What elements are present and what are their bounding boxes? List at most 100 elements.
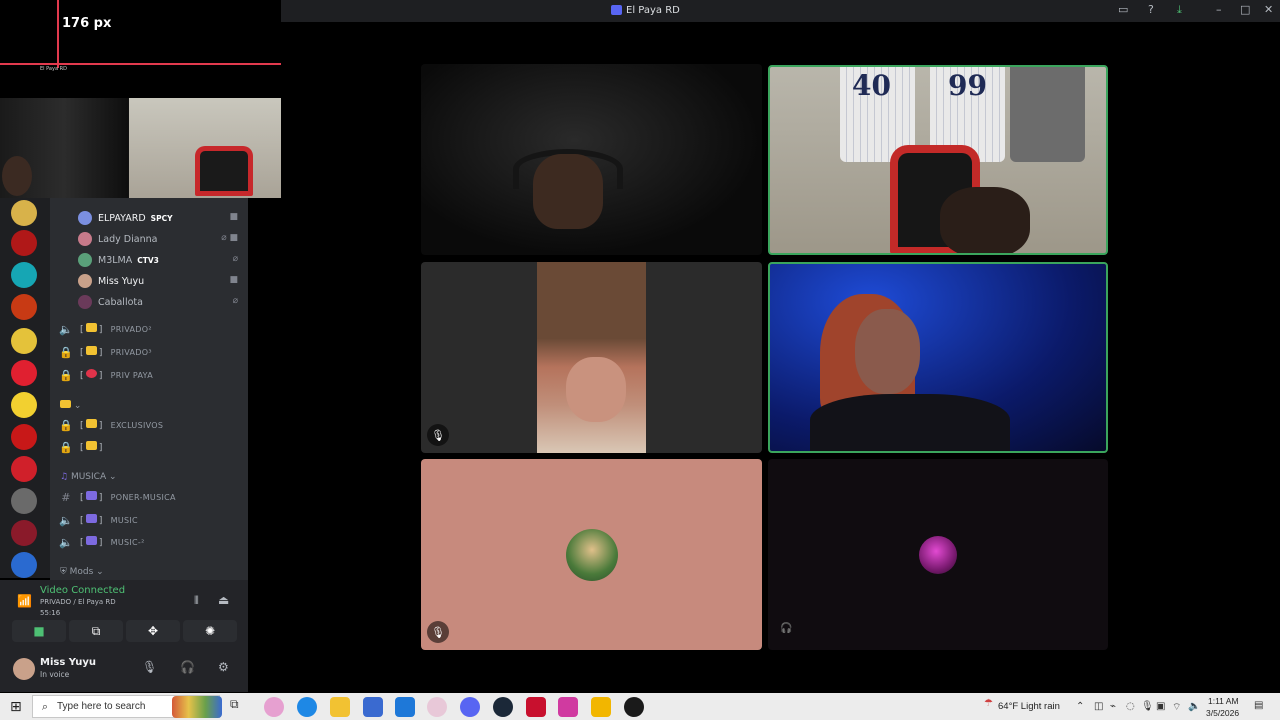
server-icon[interactable] [11, 456, 37, 482]
jersey-image [1010, 67, 1085, 162]
wifi-icon[interactable]: ⌔ [1172, 701, 1181, 714]
clock-date[interactable]: 3/5/2026 [1206, 708, 1239, 718]
voice-status-icon: ⌀ [232, 296, 238, 306]
stream-preview[interactable] [0, 98, 281, 198]
microphone-icon[interactable]: 🎙 [1141, 701, 1154, 712]
channel-privado-3[interactable]: 🔒 [] PRIVADO³ [58, 343, 152, 361]
close-icon[interactable]: ✕ [1264, 3, 1273, 16]
copilot-icon[interactable] [264, 697, 284, 717]
clan-tag: SPCY [150, 213, 173, 223]
connection-signal-icon[interactable]: 📶 [17, 594, 32, 608]
channel-name: EXCLUSIVOS [110, 420, 164, 430]
video-tile-speaking[interactable]: 40 99 [768, 65, 1108, 255]
obs-icon[interactable] [624, 697, 644, 717]
edge-icon[interactable] [297, 697, 317, 717]
voice-user-name: Lady Dianna [98, 233, 158, 245]
channel-priv-paya[interactable]: 🔒 [] PRIV PAYA [58, 366, 153, 384]
store-icon[interactable] [363, 697, 383, 717]
volume-icon[interactable]: 🔈 [1188, 701, 1200, 712]
windows-start-icon[interactable]: ⊞ [10, 699, 22, 715]
voice-user-lady-dianna[interactable]: Lady Dianna [78, 229, 157, 249]
chevron-up-icon[interactable]: ⌃ [1076, 701, 1084, 712]
discord-icon[interactable] [460, 697, 480, 717]
voice-user-name: Caballota [98, 296, 143, 308]
weather-text[interactable]: 64°F Light rain [998, 701, 1060, 712]
server-icon[interactable] [11, 294, 37, 320]
channel-music-2[interactable]: 🔈 [] MUSIC-² [58, 533, 145, 551]
category-mods[interactable]: ⛨ Mods ⌄ [60, 567, 104, 577]
camera-icon: ■ [33, 624, 45, 638]
music-emoji-icon [85, 491, 97, 500]
window-titlebar[interactable] [281, 0, 1280, 22]
video-tile[interactable]: 🎙 [421, 262, 762, 453]
task-view-icon[interactable]: ⧉ [230, 697, 250, 717]
user-name[interactable]: Miss Yuyu [40, 657, 96, 668]
tiktok-icon[interactable] [558, 697, 578, 717]
voice-user-miss-yuyu[interactable]: Miss Yuyu [78, 271, 144, 291]
voice-user-m3lma[interactable]: M3LMA CTV3 [78, 250, 159, 270]
activities-button[interactable]: ✥ [126, 620, 180, 642]
channel-poner-musica[interactable]: # [] PONER-MUSICA [58, 488, 176, 506]
audio-tile[interactable]: 🎙 [421, 459, 762, 650]
rockstar-icon[interactable] [591, 697, 611, 717]
maximize-icon[interactable]: □ [1240, 3, 1250, 16]
server-icon[interactable] [11, 424, 37, 450]
adobe-icon[interactable] [526, 697, 546, 717]
browser-icon[interactable] [427, 697, 447, 717]
microphone-icon[interactable]: 🎙 [142, 660, 157, 674]
steam-icon[interactable] [493, 697, 513, 717]
video-tile[interactable] [421, 64, 762, 255]
search-highlight-icon[interactable] [172, 696, 222, 718]
screen-share-button[interactable]: ⧉ [69, 620, 123, 642]
server-icon[interactable] [11, 328, 37, 354]
minimize-icon[interactable]: – [1216, 3, 1222, 16]
file-explorer-icon[interactable] [330, 697, 350, 717]
outlook-icon[interactable] [395, 697, 415, 717]
disconnect-icon[interactable]: ⏏ [218, 593, 229, 607]
avatar [566, 529, 618, 581]
lock-emoji-icon [85, 346, 97, 355]
server-icon[interactable] [11, 200, 37, 226]
chevron-down-icon: ⌄ [106, 472, 117, 482]
server-icon[interactable] [11, 230, 37, 256]
download-icon[interactable]: ⤓ [1177, 3, 1182, 17]
voice-user-elpayard[interactable]: ELPAYARD SPCY [78, 208, 173, 228]
muted-mic-icon: 🎙 [427, 424, 449, 446]
channel-privado-2[interactable]: 🔈 [] PRIVADO² [58, 320, 152, 338]
voice-status[interactable]: Video Connected [40, 585, 125, 596]
notification-icon[interactable]: ▤ [1254, 700, 1263, 711]
gear-icon[interactable]: ⚙ [218, 660, 229, 674]
ruler-measurement: 176 px [62, 16, 112, 31]
avatar[interactable] [13, 658, 35, 680]
weather-icon[interactable]: ☂ [984, 698, 993, 709]
tray-app-icon[interactable]: ▣ [1156, 701, 1165, 712]
inbox-icon[interactable]: ▭ [1118, 3, 1128, 16]
crown-emoji-icon [85, 441, 97, 450]
help-icon[interactable]: ? [1148, 3, 1154, 16]
camera-button[interactable]: ■ [12, 620, 66, 642]
voice-channel-name[interactable]: PRIVADO / El Paya RD [40, 598, 116, 606]
voice-user-caballota[interactable]: Caballota [78, 292, 143, 312]
server-icon[interactable] [11, 360, 37, 386]
channel-music[interactable]: 🔈 [] MUSIC [58, 511, 138, 529]
noise-suppression-icon[interactable]: ⦀ [194, 594, 199, 608]
category-crown[interactable]: ⌄ [60, 400, 81, 411]
category-musica[interactable]: ♫ MUSICA ⌄ [60, 472, 117, 482]
server-icon[interactable] [11, 392, 37, 418]
tray-app-icon[interactable]: ◫ [1094, 701, 1103, 712]
participant-body [810, 394, 1010, 451]
video-tile-speaking[interactable] [768, 262, 1108, 453]
server-icon[interactable] [11, 520, 37, 546]
music-emoji-icon [85, 514, 97, 523]
clock-time[interactable]: 1:11 AM [1208, 696, 1239, 706]
channel-crown[interactable]: 🔒 [] [58, 438, 111, 456]
soundboard-button[interactable]: ✺ [183, 620, 237, 642]
server-icon[interactable] [11, 552, 37, 578]
tray-app-icon[interactable]: ◌ [1126, 701, 1135, 712]
server-icon[interactable] [11, 488, 37, 514]
headphones-icon[interactable]: 🎧 [180, 660, 195, 674]
channel-exclusivos[interactable]: 🔒 [] EXCLUSIVOS [58, 416, 163, 434]
network-icon[interactable]: ⌁ [1110, 701, 1116, 712]
server-icon[interactable] [11, 262, 37, 288]
audio-tile[interactable]: 🎧 [768, 459, 1108, 650]
